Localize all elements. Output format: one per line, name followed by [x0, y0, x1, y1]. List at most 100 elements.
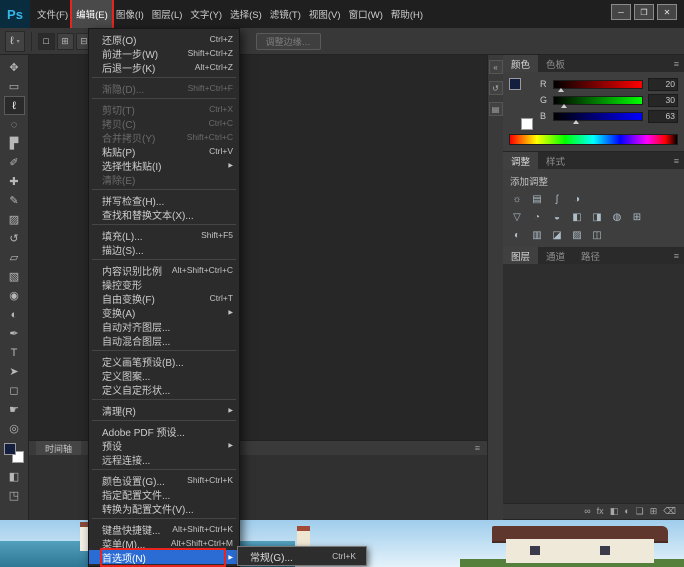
curves-icon[interactable]: ʃ: [550, 193, 564, 206]
expand-panels-icon[interactable]: «: [489, 60, 503, 74]
hue-saturation-icon[interactable]: ◔: [530, 211, 544, 224]
invert-icon[interactable]: ◐: [510, 229, 524, 242]
menubar-item-layer[interactable]: 图层(L): [148, 0, 187, 28]
edit-menu-item[interactable]: 定义图案...: [89, 368, 239, 382]
edit-menu-item[interactable]: 预设▶: [89, 438, 239, 452]
channel-slider[interactable]: [553, 96, 643, 105]
edit-menu-item[interactable]: 前进一步(W)Shift+Ctrl+Z: [89, 46, 239, 60]
edit-menu-item[interactable]: 描边(S)...: [89, 242, 239, 256]
edit-menu-item[interactable]: 拼写检查(H)...: [89, 193, 239, 207]
minimize-button[interactable]: ─: [611, 4, 631, 20]
edit-menu-item[interactable]: 选择性粘贴(I)▶: [89, 158, 239, 172]
edit-menu-item[interactable]: 渐隐(D)...Shift+Ctrl+F: [89, 81, 239, 95]
rectangular-marquee-tool-icon[interactable]: ▭: [4, 77, 25, 96]
edit-menu-item[interactable]: 键盘快捷键...Alt+Shift+Ctrl+K: [89, 522, 239, 536]
edit-menu-item[interactable]: 自动对齐图层...: [89, 319, 239, 333]
move-tool-icon[interactable]: ✥: [4, 58, 25, 77]
brush-tool-icon[interactable]: ✎: [4, 191, 25, 210]
hand-tool-icon[interactable]: ☛: [4, 400, 25, 419]
color-spectrum-ramp[interactable]: [509, 134, 678, 145]
layers-panel-tab[interactable]: 图层: [503, 247, 538, 264]
edit-menu-item[interactable]: 内容识别比例Alt+Shift+Ctrl+C: [89, 263, 239, 277]
timeline-menu-icon[interactable]: ≡: [475, 443, 480, 453]
new-layer-icon[interactable]: ⊞: [650, 504, 658, 519]
edit-menu-item[interactable]: 颜色设置(G)...Shift+Ctrl+K: [89, 473, 239, 487]
edit-menu-item[interactable]: 查找和替换文本(X)...: [89, 207, 239, 221]
link-layers-icon[interactable]: ∞: [584, 504, 590, 519]
channel-slider[interactable]: [553, 112, 643, 121]
menubar-item-image[interactable]: 图像(I): [112, 0, 148, 28]
adjustment-layer-icon[interactable]: ◐: [624, 504, 629, 519]
channel-value[interactable]: 63: [648, 110, 678, 123]
foreground-color-swatch[interactable]: [4, 443, 16, 455]
edit-menu-item[interactable]: 粘贴(P)Ctrl+V: [89, 144, 239, 158]
lasso-tool-icon[interactable]: ℓ: [4, 96, 25, 115]
menubar-item-view[interactable]: 视图(V): [305, 0, 345, 28]
menubar-item-edit[interactable]: 编辑(E): [72, 0, 112, 28]
history-icon[interactable]: ↺: [489, 81, 503, 95]
exposure-icon[interactable]: ◑: [570, 193, 584, 206]
color-panel-tab[interactable]: 颜色: [503, 55, 538, 72]
channel-slider[interactable]: [553, 80, 643, 89]
dodge-tool-icon[interactable]: ◐: [4, 305, 25, 324]
panel-menu-icon[interactable]: ≡: [669, 55, 684, 72]
tool-preset-button[interactable]: ℓ ▾: [5, 31, 25, 52]
panel-menu-icon[interactable]: ≡: [669, 152, 684, 169]
screen-mode-icon[interactable]: ◳: [4, 486, 25, 505]
menubar-item-type[interactable]: 文字(Y): [186, 0, 226, 28]
edit-menu-item[interactable]: 转换为配置文件(V)...: [89, 501, 239, 515]
color-panel-tab[interactable]: 色板: [538, 55, 573, 72]
edit-menu-item[interactable]: 后退一步(K)Alt+Ctrl+Z: [89, 60, 239, 74]
layer-mask-icon[interactable]: ◧: [610, 504, 619, 519]
properties-icon[interactable]: ▤: [489, 102, 503, 116]
edit-menu-item[interactable]: 剪切(T)Ctrl+X: [89, 102, 239, 116]
type-tool-icon[interactable]: T: [4, 343, 25, 362]
layers-panel-tab[interactable]: 通道: [538, 247, 573, 264]
gradient-map-icon[interactable]: ▨: [570, 229, 584, 242]
spot-healing-brush-tool-icon[interactable]: ✚: [4, 172, 25, 191]
slider-thumb[interactable]: [561, 104, 567, 108]
refine-edge-button[interactable]: 调整边缘…: [256, 33, 321, 50]
menubar-item-select[interactable]: 选择(S): [226, 0, 266, 28]
edit-menu-item[interactable]: 清理(R)▶: [89, 403, 239, 417]
crop-tool-icon[interactable]: ▛: [4, 134, 25, 153]
history-brush-tool-icon[interactable]: ↺: [4, 229, 25, 248]
levels-icon[interactable]: ▤: [530, 193, 544, 206]
menubar-item-file[interactable]: 文件(F): [33, 0, 72, 28]
menubar-item-window[interactable]: 窗口(W): [345, 0, 387, 28]
adjustments-panel-tab[interactable]: 样式: [538, 152, 573, 169]
blur-tool-icon[interactable]: ◉: [4, 286, 25, 305]
new-selection-mode-button[interactable]: □: [38, 33, 55, 50]
vibrance-icon[interactable]: ▽: [510, 211, 524, 224]
new-group-icon[interactable]: ❏: [636, 504, 644, 519]
close-button[interactable]: ✕: [657, 4, 677, 20]
panel-menu-icon[interactable]: ≡: [669, 247, 684, 264]
quick-mask-icon[interactable]: ◧: [4, 467, 25, 486]
submenu-item[interactable]: 常规(G)...Ctrl+K: [238, 549, 366, 564]
edit-menu-item[interactable]: 清除(E): [89, 172, 239, 186]
edit-menu-item[interactable]: 远程连接...: [89, 452, 239, 466]
shape-tool-icon[interactable]: ◻: [4, 381, 25, 400]
add-to-selection-mode-button[interactable]: ⊞: [57, 33, 74, 50]
color-balance-icon[interactable]: ◒: [550, 211, 564, 224]
channel-value[interactable]: 20: [648, 78, 678, 91]
brightness-contrast-icon[interactable]: ☼: [510, 193, 524, 206]
quick-selection-tool-icon[interactable]: ◌: [4, 115, 25, 134]
edit-menu-item[interactable]: Adobe PDF 预设...: [89, 424, 239, 438]
edit-menu-item[interactable]: 定义画笔预设(B)...: [89, 354, 239, 368]
menubar-item-filter[interactable]: 滤镜(T): [266, 0, 305, 28]
menubar-item-help[interactable]: 帮助(H): [387, 0, 427, 28]
threshold-icon[interactable]: ◪: [550, 229, 564, 242]
layers-panel-tab[interactable]: 路径: [573, 247, 608, 264]
edit-menu-item[interactable]: 合并拷贝(Y)Shift+Ctrl+C: [89, 130, 239, 144]
selective-color-icon[interactable]: ◫: [590, 229, 604, 242]
edit-menu-item[interactable]: 变换(A)▶: [89, 305, 239, 319]
adjustments-panel-tab[interactable]: 调整: [503, 152, 538, 169]
slider-thumb[interactable]: [573, 120, 579, 124]
posterize-icon[interactable]: ▥: [530, 229, 544, 242]
foreground-color-swatch[interactable]: [509, 78, 521, 90]
edit-menu-item[interactable]: 还原(O)Ctrl+Z: [89, 32, 239, 46]
color-lookup-icon[interactable]: ⊞: [630, 211, 644, 224]
delete-layer-icon[interactable]: ⌫: [663, 504, 676, 519]
edit-menu-item[interactable]: 自动混合图层...: [89, 333, 239, 347]
